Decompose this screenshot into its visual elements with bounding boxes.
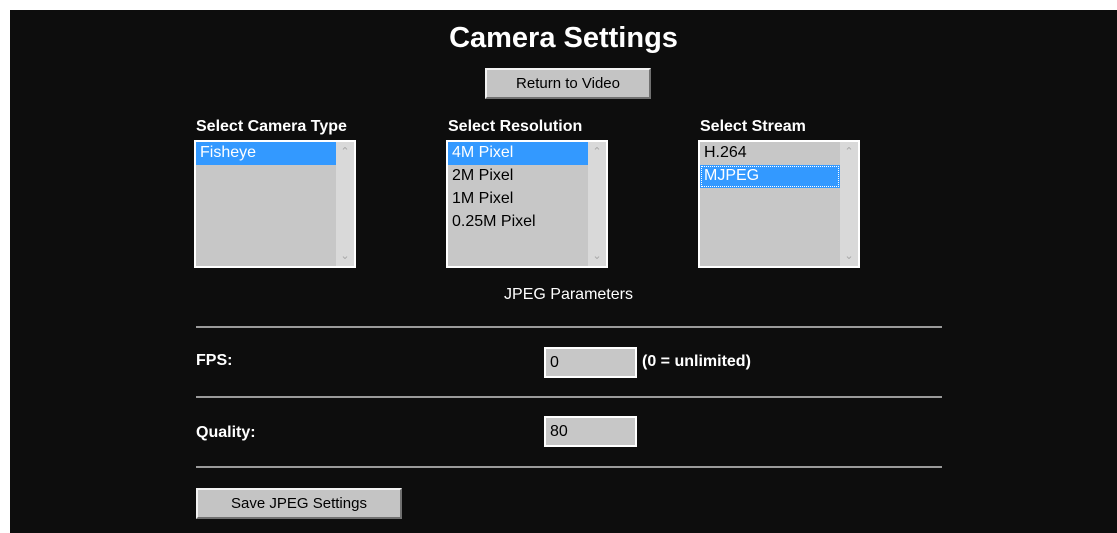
- list-item[interactable]: H.264: [700, 142, 840, 165]
- list-item[interactable]: 2M Pixel: [448, 165, 588, 188]
- camera-type-listbox[interactable]: Fisheye ⌃ ⌄: [194, 140, 356, 268]
- fps-label: FPS:: [196, 352, 233, 369]
- fps-hint: (0 = unlimited): [642, 353, 751, 370]
- scroll-up-icon[interactable]: ⌃: [336, 144, 354, 160]
- scroll-up-icon[interactable]: ⌃: [588, 144, 606, 160]
- scroll-down-icon[interactable]: ⌄: [840, 248, 858, 264]
- list-item[interactable]: MJPEG: [700, 165, 840, 188]
- quality-label: Quality:: [196, 424, 256, 441]
- divider: [196, 326, 942, 328]
- stream-scrollbar[interactable]: ⌃ ⌄: [840, 142, 858, 266]
- list-item[interactable]: 0.25M Pixel: [448, 211, 588, 234]
- fps-input[interactable]: [544, 347, 637, 378]
- jpeg-parameters-heading: JPEG Parameters: [504, 286, 633, 303]
- resolution-listbox[interactable]: 4M Pixel 2M Pixel 1M Pixel 0.25M Pixel ⌃…: [446, 140, 608, 268]
- page-title: Camera Settings: [449, 22, 678, 54]
- camera-settings-panel: Camera Settings Return to Video Select C…: [10, 10, 1117, 533]
- quality-input[interactable]: [544, 416, 637, 447]
- scroll-down-icon[interactable]: ⌄: [336, 248, 354, 264]
- resolution-scrollbar[interactable]: ⌃ ⌄: [588, 142, 606, 266]
- scroll-up-icon[interactable]: ⌃: [840, 144, 858, 160]
- camera-type-scrollbar[interactable]: ⌃ ⌄: [336, 142, 354, 266]
- list-item[interactable]: 1M Pixel: [448, 188, 588, 211]
- list-item[interactable]: Fisheye: [196, 142, 336, 165]
- stream-listbox[interactable]: H.264 MJPEG ⌃ ⌄: [698, 140, 860, 268]
- stream-label: Select Stream: [700, 118, 806, 135]
- list-item[interactable]: 4M Pixel: [448, 142, 588, 165]
- divider: [196, 466, 942, 468]
- return-to-video-button[interactable]: Return to Video: [485, 68, 651, 99]
- resolution-label: Select Resolution: [448, 118, 583, 135]
- scroll-down-icon[interactable]: ⌄: [588, 248, 606, 264]
- camera-type-label: Select Camera Type: [196, 118, 347, 135]
- save-jpeg-settings-button[interactable]: Save JPEG Settings: [196, 488, 402, 519]
- divider: [196, 396, 942, 398]
